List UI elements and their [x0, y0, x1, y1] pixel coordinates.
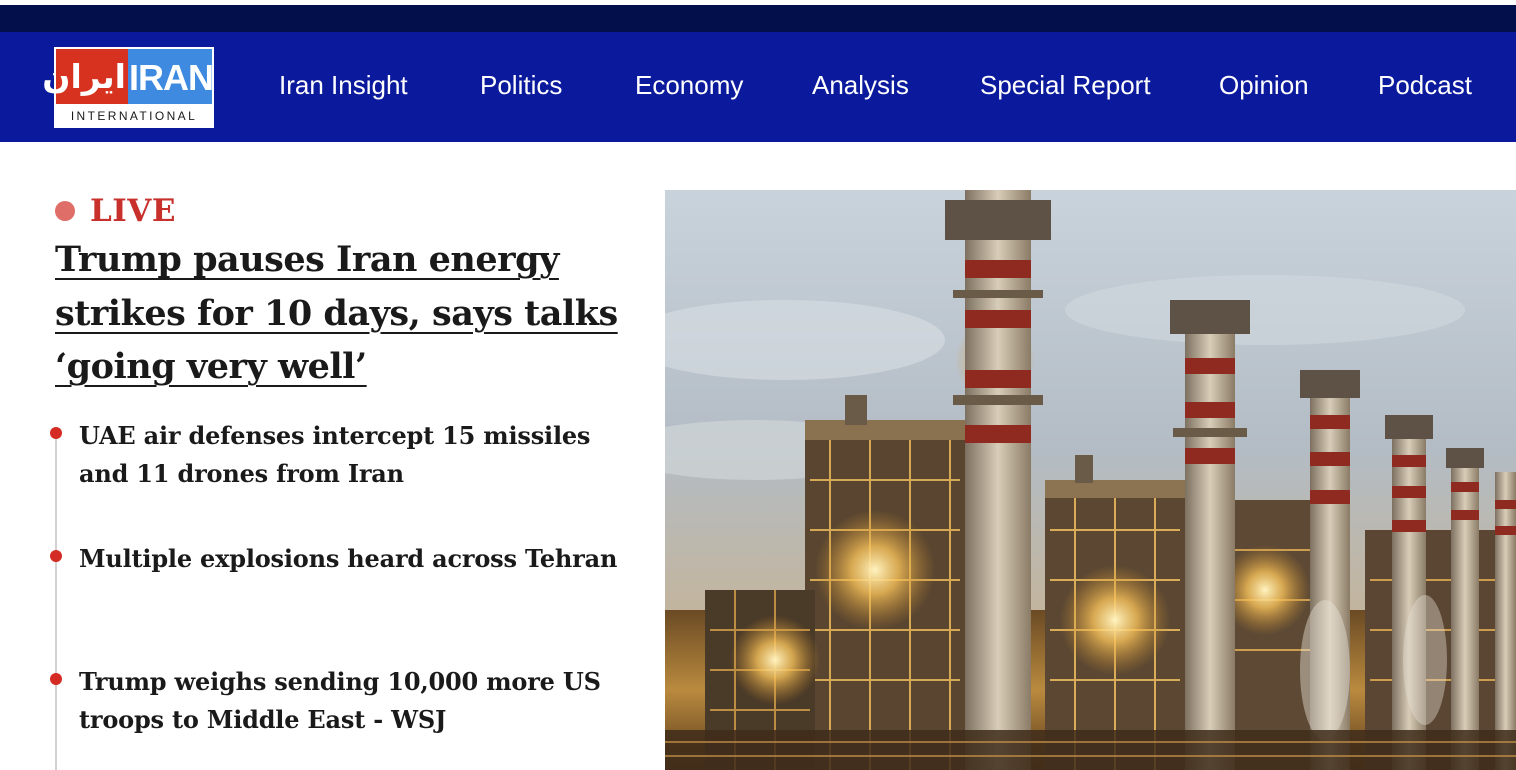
nav-item-politics[interactable]: Politics — [480, 32, 562, 142]
timeline-bullet — [50, 427, 62, 439]
main-headline-link[interactable]: Trump pauses Iran energy strikes for 10 … — [55, 233, 635, 394]
logo-latin-text: IRAN — [129, 57, 214, 98]
live-update-item[interactable]: Multiple explosions heard across Tehran — [79, 540, 619, 578]
timeline-line — [55, 432, 57, 770]
nav-item-special-report[interactable]: Special Report — [980, 32, 1151, 142]
timeline-bullet — [50, 673, 62, 685]
live-update-item[interactable]: UAE air defenses intercept 15 missiles a… — [79, 417, 619, 492]
nav-item-iran-insight[interactable]: Iran Insight — [279, 32, 408, 142]
nav-item-podcast[interactable]: Podcast — [1378, 32, 1472, 142]
logo-persian-text: ایران — [42, 57, 126, 96]
hero-image-power-plant[interactable] — [665, 190, 1516, 770]
live-label: LIVE — [90, 193, 176, 229]
power-plant-illustration — [665, 190, 1516, 770]
nav-item-economy[interactable]: Economy — [635, 32, 743, 142]
logo-subtitle: INTERNATIONAL — [70, 109, 198, 123]
site-logo[interactable]: ایران IRAN INTERNATIONAL — [42, 47, 214, 128]
live-update-item[interactable]: Trump weighs sending 10,000 more US troo… — [79, 663, 619, 738]
nav-item-analysis[interactable]: Analysis — [812, 32, 909, 142]
live-indicator-dot — [55, 201, 75, 221]
nav-item-opinion[interactable]: Opinion — [1219, 32, 1309, 142]
timeline-bullet — [50, 550, 62, 562]
top-utility-bar — [0, 5, 1516, 32]
